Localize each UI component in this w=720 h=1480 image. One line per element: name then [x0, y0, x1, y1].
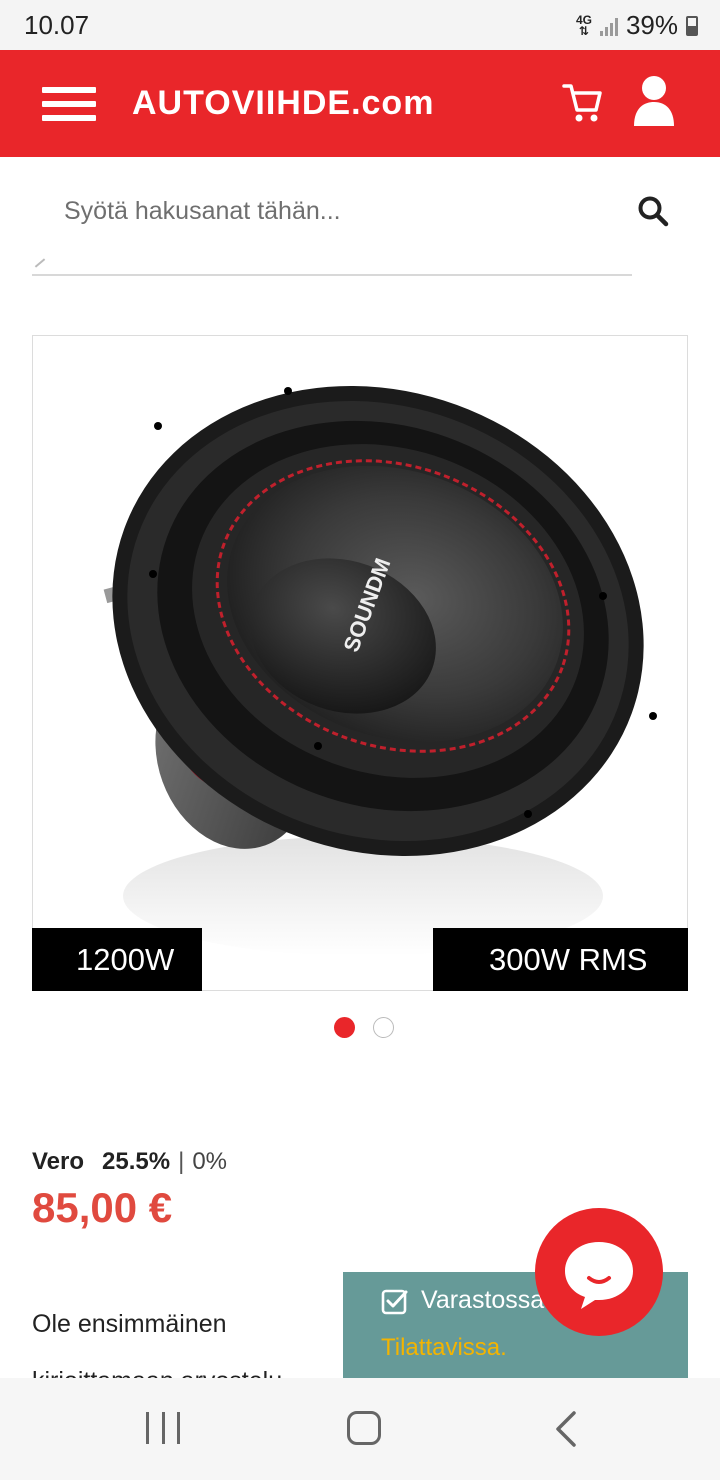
- tax-separator: |: [178, 1148, 185, 1175]
- battery-percent: 39%: [625, 10, 678, 40]
- status-bar: 10.07 4G ⇅ 39%: [0, 0, 720, 50]
- status-time: 10.07: [24, 10, 90, 40]
- home-icon[interactable]: [347, 1411, 381, 1445]
- status-indicators: 4G ⇅ 39%: [576, 10, 698, 41]
- tax-label: Vero: [32, 1148, 85, 1175]
- signal-icon: [599, 16, 618, 36]
- chat-button[interactable]: [535, 1208, 663, 1336]
- chat-icon: [565, 1242, 633, 1309]
- stock-status: Varastossa: [421, 1286, 545, 1314]
- divider-mark: [34, 258, 46, 268]
- tax-toggle: Vero 25.5% | 0%: [32, 1148, 227, 1176]
- check-icon: [381, 1289, 408, 1314]
- brand-logo[interactable]: AUTOVIIHDE.com: [132, 84, 434, 123]
- stock-note: Tilattavissa.: [381, 1334, 507, 1361]
- menu-icon[interactable]: [42, 87, 96, 121]
- cart-icon[interactable]: [562, 80, 602, 124]
- peak-power-badge: 1200W: [32, 928, 202, 991]
- product-image[interactable]: SOUNDM: [32, 335, 688, 991]
- battery-icon: [686, 15, 698, 36]
- carousel-dot-2[interactable]: [373, 1017, 394, 1038]
- carousel-dot-1[interactable]: [334, 1017, 355, 1038]
- recents-icon[interactable]: [146, 1412, 180, 1444]
- site-header: AUTOVIIHDE.com: [0, 50, 720, 157]
- first-review-link[interactable]: Ole ensimmäinen: [32, 1310, 227, 1339]
- tax-option-inactive[interactable]: 0%: [192, 1148, 227, 1176]
- back-icon[interactable]: [552, 1410, 582, 1448]
- network-type-icon: 4G ⇅: [575, 12, 592, 38]
- search-input[interactable]: [40, 178, 630, 244]
- subwoofer-image: SOUNDM: [103, 385, 657, 956]
- user-icon[interactable]: [632, 74, 676, 128]
- network-type-label: 4G: [575, 12, 592, 27]
- rms-power-badge: 300W RMS: [433, 928, 688, 991]
- product-price: 85,00 €: [32, 1184, 173, 1231]
- tax-option-active[interactable]: 25.5%: [102, 1148, 170, 1176]
- carousel-dots: [334, 1017, 394, 1038]
- section-divider: [32, 274, 632, 276]
- system-nav-bar: [0, 1378, 720, 1480]
- search-icon[interactable]: [636, 194, 670, 228]
